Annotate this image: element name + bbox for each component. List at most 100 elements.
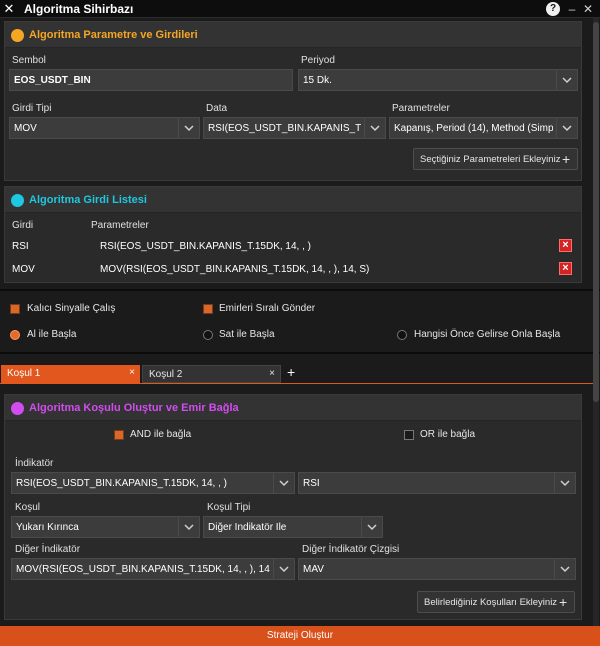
indicator-line-select[interactable]: RSI: [298, 472, 576, 494]
col-params-header: Parametreler: [91, 220, 149, 231]
params-panel: Algoritma Parametre ve Girdileri Sembol …: [4, 21, 582, 181]
magenta-dot-icon: [11, 402, 24, 415]
input-list-panel: Algoritma Girdi Listesi Girdi Parametrel…: [4, 186, 582, 283]
indicator-line-value: RSI: [303, 478, 320, 489]
input-type-value: MOV: [14, 123, 37, 134]
delete-icon[interactable]: ×: [559, 239, 572, 252]
window-title: Algoritma Sihirbazı: [24, 2, 134, 16]
tab-label: Koşul 1: [7, 368, 41, 379]
or-label: OR ile bağla: [420, 429, 476, 440]
other-indicator-value: MOV(RSI(EOS_USDT_BIN.KAPANIS_T.15DK, 14,…: [16, 564, 270, 575]
scrollbar[interactable]: [593, 18, 599, 626]
list-item-params: MOV(RSI(EOS_USDT_BIN.KAPANIS_T.15DK, 14,…: [100, 264, 370, 275]
orange-dot-icon: [11, 29, 24, 42]
divider: [0, 352, 600, 354]
plus-icon: +: [559, 594, 568, 610]
divider: [0, 289, 600, 291]
condition-type-value: Diğer İndikatör İle: [208, 522, 287, 533]
chevron-down-icon[interactable]: [554, 559, 575, 579]
list-item-input: MOV: [12, 264, 35, 275]
other-indicator-label: Diğer İndikatör: [15, 544, 81, 555]
indicator-label: İndikatör: [15, 458, 54, 469]
or-checkbox[interactable]: [404, 430, 414, 440]
condition-panel-header: Algoritma Koşulu Oluştur ve Emir Bağla: [5, 395, 581, 421]
add-params-button[interactable]: Seçtiğiniz Parametreleri Ekleyiniz +: [413, 148, 578, 170]
data-label: Data: [206, 103, 228, 114]
period-label: Periyod: [301, 55, 335, 66]
condition-panel-title: Algoritma Koşulu Oluştur ve Emir Bağla: [29, 402, 239, 414]
input-type-label: Girdi Tipi: [12, 103, 52, 114]
plus-icon: +: [562, 151, 571, 167]
help-icon[interactable]: ?: [546, 2, 560, 16]
data-value: RSI(EOS_USDT_BIN.KAPANIS_T.15DK, 14, , ): [208, 123, 361, 134]
add-tab-icon[interactable]: +: [287, 364, 295, 380]
input-list-title: Algoritma Girdi Listesi: [29, 194, 147, 206]
tab-underline: [0, 383, 593, 384]
tab-kosul-1[interactable]: Koşul 1 ×: [1, 365, 140, 383]
condition-type-select[interactable]: Diğer İndikatör İle: [203, 516, 383, 538]
other-line-select[interactable]: MAV: [298, 558, 576, 580]
add-conditions-button[interactable]: Belirlediğiniz Koşulları Ekleyiniz +: [417, 591, 575, 613]
persistent-signal-label: Kalıcı Sinyalle Çalış: [27, 303, 116, 314]
tab-label: Koşul 2: [149, 369, 183, 380]
window-close-icon[interactable]: ✕: [582, 1, 594, 17]
close-icon[interactable]: ✕: [2, 1, 16, 17]
condition-select[interactable]: Yukarı Kırınca: [11, 516, 200, 538]
other-indicator-select[interactable]: MOV(RSI(EOS_USDT_BIN.KAPANIS_T.15DK, 14,…: [11, 558, 295, 580]
chevron-down-icon[interactable]: [361, 517, 382, 537]
condition-label: Koşul: [15, 502, 41, 513]
indicator-select[interactable]: RSI(EOS_USDT_BIN.KAPANIS_T.15DK, 14, , ): [11, 472, 295, 494]
scrollbar-thumb[interactable]: [593, 22, 599, 402]
ordered-orders-checkbox[interactable]: [203, 304, 213, 314]
create-strategy-button[interactable]: Strateji Oluştur: [0, 626, 600, 646]
chevron-down-icon[interactable]: [178, 517, 199, 537]
tab-kosul-2[interactable]: Koşul 2 ×: [142, 365, 281, 383]
minimize-icon[interactable]: –: [566, 1, 578, 17]
chevron-down-icon[interactable]: [554, 473, 575, 493]
chevron-down-icon[interactable]: [556, 118, 577, 138]
chevron-down-icon[interactable]: [273, 559, 294, 579]
symbol-label: Sembol: [12, 55, 46, 66]
sell-first-radio[interactable]: [203, 330, 213, 340]
period-value: 15 Dk.: [303, 75, 332, 86]
other-line-value: MAV: [303, 564, 324, 575]
chevron-down-icon[interactable]: [178, 118, 199, 138]
col-input-header: Girdi: [12, 220, 34, 231]
add-conditions-label: Belirlediğiniz Koşulları Ekleyiniz: [424, 597, 558, 608]
indicator-value: RSI(EOS_USDT_BIN.KAPANIS_T.15DK, 14, , ): [16, 478, 227, 489]
input-type-select[interactable]: MOV: [9, 117, 200, 139]
chevron-down-icon[interactable]: [556, 70, 577, 90]
list-item-params: RSI(EOS_USDT_BIN.KAPANIS_T.15DK, 14, , ): [100, 241, 311, 252]
params-panel-title: Algoritma Parametre ve Girdileri: [29, 29, 198, 41]
delete-icon[interactable]: ×: [559, 262, 572, 275]
chevron-down-icon[interactable]: [364, 118, 385, 138]
condition-type-label: Koşul Tipi: [207, 502, 251, 513]
list-item-input: RSI: [12, 241, 29, 252]
parameters-value: Kapanış, Period (14), Method (Simple): [394, 123, 553, 134]
buy-first-radio[interactable]: [10, 330, 20, 340]
condition-panel: Algoritma Koşulu Oluştur ve Emir Bağla A…: [4, 394, 582, 620]
parameters-select[interactable]: Kapanış, Period (14), Method (Simple): [389, 117, 578, 139]
whichever-first-radio[interactable]: [397, 330, 407, 340]
parameters-label: Parametreler: [392, 103, 450, 114]
chevron-down-icon[interactable]: [273, 473, 294, 493]
whichever-first-label: Hangisi Önce Gelirse Onla Başla: [414, 329, 561, 340]
condition-value: Yukarı Kırınca: [16, 522, 79, 533]
params-panel-header: Algoritma Parametre ve Girdileri: [5, 22, 581, 48]
other-line-label: Diğer İndikatör Çizgisi: [302, 544, 400, 555]
cyan-dot-icon: [11, 194, 24, 207]
buy-first-label: Al ile Başla: [27, 329, 77, 340]
symbol-input[interactable]: EOS_USDT_BIN: [9, 69, 293, 91]
persistent-signal-checkbox[interactable]: [10, 304, 20, 314]
and-checkbox[interactable]: [114, 430, 124, 440]
tab-close-icon[interactable]: ×: [129, 367, 135, 378]
tab-close-icon[interactable]: ×: [269, 368, 275, 379]
data-select[interactable]: RSI(EOS_USDT_BIN.KAPANIS_T.15DK, 14, , ): [203, 117, 386, 139]
add-params-label: Seçtiğiniz Parametreleri Ekleyiniz: [420, 154, 561, 165]
sell-first-label: Sat ile Başla: [219, 329, 275, 340]
period-select[interactable]: 15 Dk.: [298, 69, 578, 91]
input-list-header: Algoritma Girdi Listesi: [5, 187, 581, 213]
and-label: AND ile bağla: [130, 429, 192, 440]
title-bar: ✕ Algoritma Sihirbazı ? – ✕: [0, 0, 600, 18]
ordered-orders-label: Emirleri Sıralı Gönder: [219, 303, 316, 314]
